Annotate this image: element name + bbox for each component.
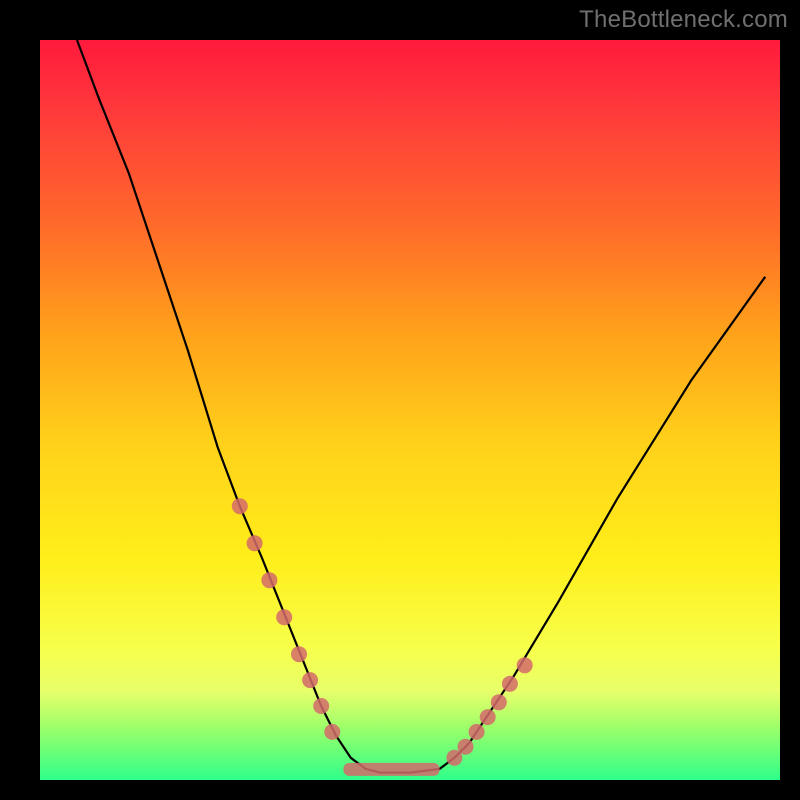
marker-dot — [291, 646, 307, 662]
marker-dot — [302, 672, 318, 688]
marker-dot — [458, 739, 474, 755]
marker-dot — [232, 498, 248, 514]
curve-markers — [232, 498, 533, 766]
marker-dot — [502, 676, 518, 692]
marker-dot — [469, 724, 485, 740]
watermark-text: TheBottleneck.com — [579, 6, 788, 34]
trough-bar — [343, 763, 439, 776]
v-curve — [77, 40, 765, 773]
marker-dot — [276, 609, 292, 625]
marker-dot — [247, 535, 263, 551]
chart-svg — [40, 40, 780, 780]
plot-area — [40, 40, 780, 780]
marker-dot — [313, 698, 329, 714]
marker-dot — [324, 724, 340, 740]
chart-frame: TheBottleneck.com — [0, 0, 800, 800]
marker-dot — [491, 694, 507, 710]
marker-dot — [517, 657, 533, 673]
marker-dot — [480, 709, 496, 725]
marker-dot — [261, 572, 277, 588]
